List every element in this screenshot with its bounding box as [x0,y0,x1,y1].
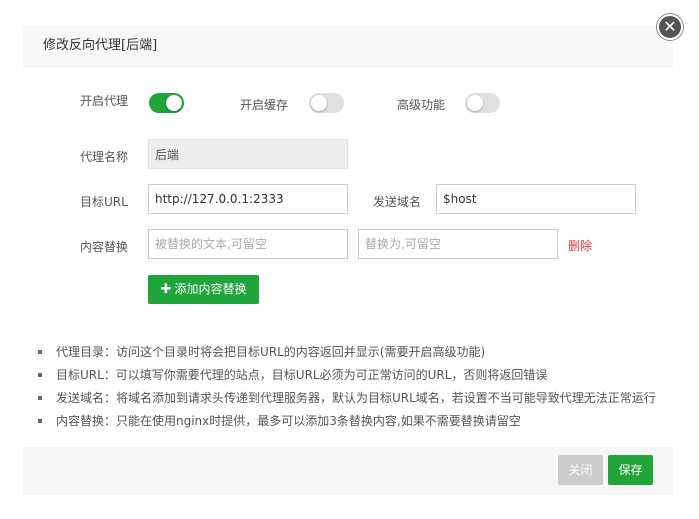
advanced-switch-label: 高级功能 [397,98,446,112]
toggle-knob [166,95,182,111]
target-url-label: 目标URL [80,195,128,209]
advanced-toggle[interactable] [465,93,500,113]
help-tips-list: 代理目录：访问这个目录时将会把目标URL的内容返回并显示(需要开启高级功能) 目… [36,345,656,437]
add-content-replace-label: 添加内容替换 [174,282,247,296]
send-domain-label: 发送域名 [373,195,422,209]
target-url-field[interactable] [148,184,348,214]
tip-item: 发送域名：将域名添加到请求头传递到代理服务器，默认为目标URL域名，若设置不当可… [36,391,656,414]
proxy-toggle[interactable] [149,93,184,113]
delete-replace-link[interactable]: 删除 [568,237,592,254]
cache-switch-label: 开启缓存 [240,98,289,112]
save-button[interactable]: 保存 [608,455,653,485]
tip-item: 内容替换：只能在使用nginx时提供，最多可以添加3条替换内容,如果不需要替换请… [36,414,656,437]
close-button[interactable]: 关闭 [558,455,603,485]
cache-toggle[interactable] [309,93,344,113]
proxy-name-label: 代理名称 [80,150,129,164]
add-content-replace-button[interactable]: ✚ 添加内容替换 [148,275,259,304]
tip-item: 目标URL：可以填写你需要代理的站点，目标URL必须为可正常访问的URL，否则将… [36,368,656,391]
toggle-knob [311,95,327,111]
tip-item: 代理目录：访问这个目录时将会把目标URL的内容返回并显示(需要开启高级功能) [36,345,656,368]
send-domain-field[interactable] [436,184,636,214]
replace-to-field[interactable] [358,229,558,259]
replace-from-field[interactable] [148,229,348,259]
proxy-switch-label: 开启代理 [80,94,129,108]
close-icon[interactable]: ✕ [657,14,683,40]
dialog-title: 修改反向代理[后端] [23,25,673,67]
plus-icon: ✚ [160,282,172,297]
content-replace-label: 内容替换 [80,240,129,254]
toggle-knob [467,95,483,111]
proxy-name-field [148,139,348,169]
